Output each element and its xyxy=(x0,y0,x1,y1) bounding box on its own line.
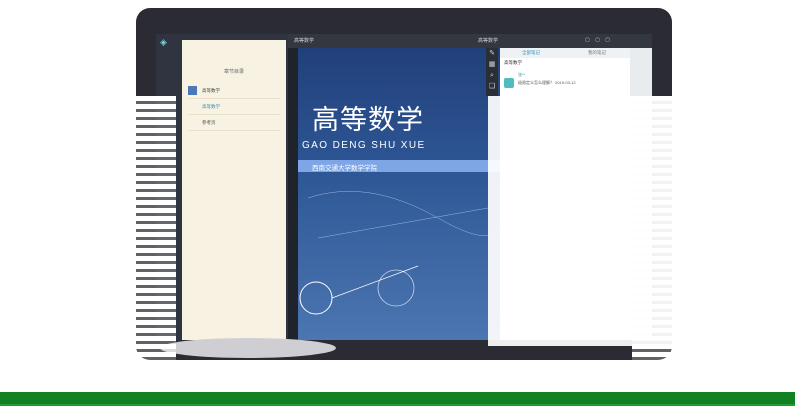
toc-item-label: 高等数学 xyxy=(202,88,220,93)
notes-header: 高等数学 xyxy=(504,60,522,65)
book-thumbnail-icon xyxy=(188,86,197,95)
note-item[interactable]: 张** 极限定义怎么理解？ 2019-03-12 xyxy=(504,72,626,94)
toc-item-label: 参考页 xyxy=(202,120,216,125)
cover-publisher: 西南交通大学数学学院 xyxy=(312,164,377,172)
tab-my-notes[interactable]: 我的笔记 xyxy=(588,50,606,56)
avatar xyxy=(504,78,514,88)
book-cover[interactable]: 高等数学 GAO DENG SHU XUE 西南交通大学数学学院 ❀ xyxy=(298,48,500,340)
grid-icon[interactable]: ▦ xyxy=(488,61,496,69)
note-user: 张** xyxy=(518,72,526,77)
toc-item-label: 高等数学 xyxy=(202,104,220,109)
topbar-title: 高等数学 xyxy=(294,38,315,44)
monitor-stand xyxy=(160,338,336,358)
cover-decoration xyxy=(299,191,500,315)
cover-pinyin: GAO DENG SHU XUE xyxy=(302,140,426,151)
reader-toolbar: ✎ ▦ ⌕ ❏ xyxy=(486,48,498,96)
notes-panel: 全部笔记 我的笔记 高等数学 张** 极限定义怎么理解？ 2019-03-12 xyxy=(500,48,630,340)
tab-all-notes[interactable]: 全部笔记 xyxy=(522,50,540,56)
note-text: 极限定义怎么理解？ 2019-03-12 xyxy=(518,80,576,85)
app-topbar: 高等数学 高等数学 ▢ ▢ ▢ xyxy=(288,34,652,48)
toc-item[interactable]: 参考页 xyxy=(188,116,280,131)
app-logo-icon: ◈ xyxy=(160,37,167,47)
toc-item-active[interactable]: 高等数学 xyxy=(188,100,280,115)
floor-stripe xyxy=(0,404,795,406)
toc-item[interactable]: 高等数学 xyxy=(188,84,280,99)
overlay-stripes-right xyxy=(632,96,795,382)
topbar-book-title: 高等数学 xyxy=(478,38,499,44)
bookmark-icon[interactable]: ❏ xyxy=(488,83,496,91)
overlay-stripes-left xyxy=(0,96,176,382)
toc-panel: 章节目录 高等数学 高等数学 参考页 xyxy=(182,40,286,340)
reader-rail xyxy=(288,48,298,340)
search-icon[interactable]: ⌕ xyxy=(488,72,496,80)
notes-tabs: 全部笔记 我的笔记 xyxy=(500,48,630,58)
cover-title: 高等数学 xyxy=(312,105,424,135)
window-controls[interactable]: ▢ ▢ ▢ xyxy=(585,37,612,43)
floor-band xyxy=(0,392,795,404)
toc-title: 章节目录 xyxy=(223,69,244,75)
pen-icon[interactable]: ✎ xyxy=(488,50,496,58)
